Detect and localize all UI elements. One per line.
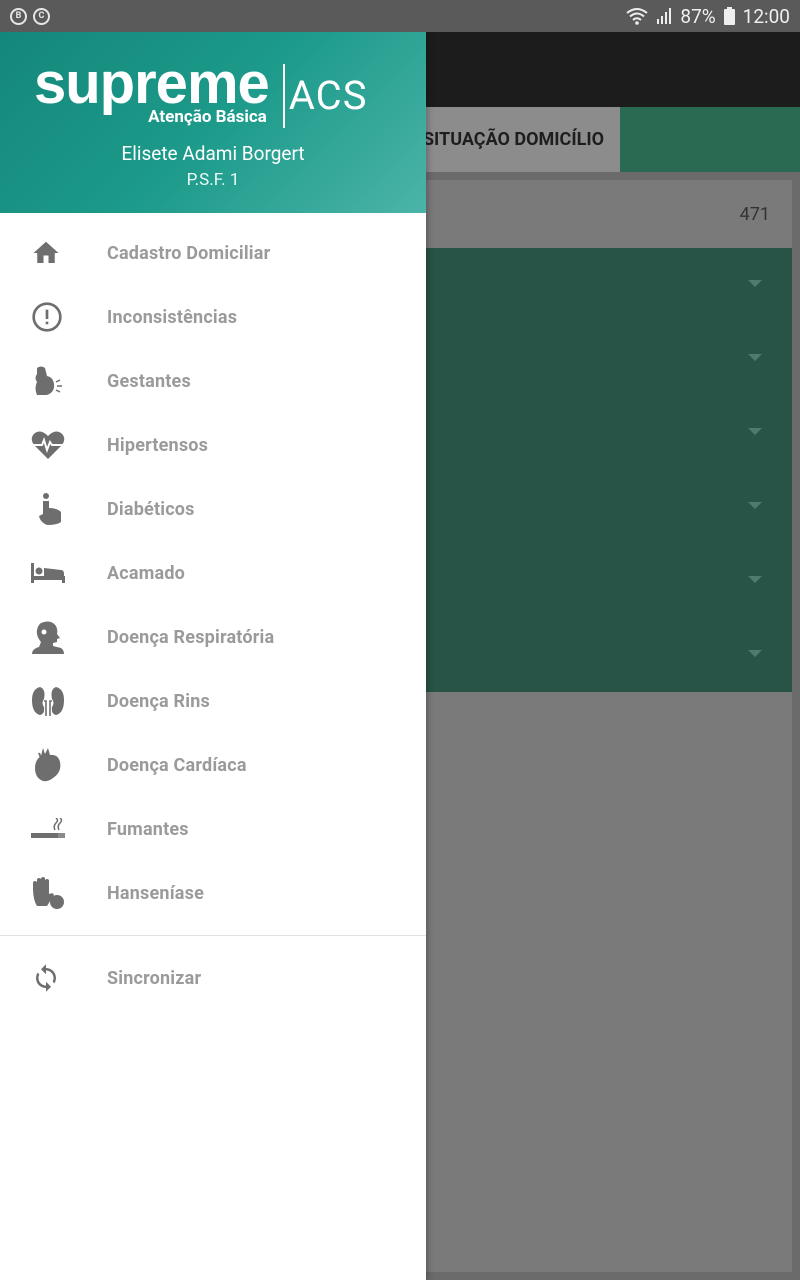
background-card: 471: [380, 180, 792, 1272]
battery-icon: [723, 7, 735, 25]
caret-down-icon: [748, 354, 762, 361]
menu-item-doenca-cardiaca[interactable]: Doença Cardíaca: [0, 733, 426, 797]
menu-item-label: Acamado: [107, 562, 186, 584]
battery-percent: 87%: [680, 4, 716, 28]
brand-name: supreme: [34, 51, 270, 116]
sync-icon: [0, 946, 107, 1010]
menu-divider: [0, 935, 426, 936]
background-row[interactable]: [380, 248, 792, 322]
menu-item-diabeticos[interactable]: Diabéticos: [0, 477, 426, 541]
background-list: [380, 248, 792, 692]
menu-item-fumantes[interactable]: Fumantes: [0, 797, 426, 861]
brand-separator: [282, 64, 285, 128]
status-right: 87% 12:00: [626, 5, 790, 28]
drawer-header: supreme Atenção Básica ACS Elisete Adami…: [0, 32, 426, 213]
menu-item-inconsistencias[interactable]: Inconsistências: [0, 285, 426, 349]
menu-item-label: Hanseníase: [107, 882, 205, 904]
menu-item-label: Diabéticos: [107, 498, 195, 520]
pregnant-icon: [0, 349, 107, 413]
heartbeat-icon: [0, 413, 107, 477]
head-profile-icon: [0, 605, 107, 669]
background-row[interactable]: [380, 396, 792, 470]
menu-item-label: Sincronizar: [107, 967, 202, 989]
menu-item-label: Gestantes: [107, 370, 191, 392]
menu-item-doenca-respiratoria[interactable]: Doença Respiratória: [0, 605, 426, 669]
caret-down-icon: [748, 650, 762, 657]
notification-c-icon: C: [33, 7, 50, 25]
status-bar: B C 87% 12:00: [0, 0, 800, 32]
caret-down-icon: [748, 502, 762, 509]
navigation-drawer: supreme Atenção Básica ACS Elisete Adami…: [0, 32, 426, 1280]
menu-item-label: Inconsistências: [107, 306, 238, 328]
menu-item-sincronizar[interactable]: Sincronizar: [0, 946, 426, 1010]
user-unit: P.S.F. 1: [186, 170, 240, 190]
caret-down-icon: [748, 428, 762, 435]
brand-product: ACS: [288, 72, 368, 119]
menu-item-cadastro-domiciliar[interactable]: Cadastro Domiciliar: [0, 221, 426, 285]
caret-down-icon: [748, 576, 762, 583]
status-left-icons: B C: [10, 7, 50, 25]
menu-item-doenca-rins[interactable]: Doença Rins: [0, 669, 426, 733]
menu-item-label: Doença Cardíaca: [107, 754, 247, 776]
menu-item-label: Doença Rins: [107, 690, 210, 712]
cigarette-icon: [0, 797, 107, 861]
wifi-icon: [626, 8, 649, 25]
heart-organ-icon: [0, 733, 107, 797]
bed-icon: [0, 541, 107, 605]
kidney-icon: [0, 669, 107, 733]
notification-b-icon: B: [10, 7, 27, 25]
menu-item-gestantes[interactable]: Gestantes: [0, 349, 426, 413]
menu-item-label: Fumantes: [107, 818, 189, 840]
finger-prick-icon: [0, 477, 107, 541]
menu-item-acamado[interactable]: Acamado: [0, 541, 426, 605]
user-name: Elisete Adami Borgert: [121, 142, 305, 165]
menu-item-label: Doença Respiratória: [107, 626, 275, 648]
background-row[interactable]: [380, 322, 792, 396]
brand-subtitle: Atenção Básica: [148, 107, 267, 127]
home-icon: [0, 221, 107, 285]
signal-icon: [657, 8, 672, 24]
background-count: 471: [739, 203, 770, 225]
background-row[interactable]: [380, 618, 792, 692]
menu-item-hanseniase[interactable]: Hanseníase: [0, 861, 426, 925]
alert-circle-icon: [0, 285, 107, 349]
menu-item-hipertensos[interactable]: Hipertensos: [0, 413, 426, 477]
drawer-menu: Cadastro Domiciliar Inconsistências Gest…: [0, 213, 426, 1010]
clock: 12:00: [742, 4, 790, 28]
caret-down-icon: [748, 280, 762, 287]
brand-logo: supreme Atenção Básica ACS: [34, 51, 368, 128]
background-row[interactable]: [380, 544, 792, 618]
menu-item-label: Hipertensos: [107, 434, 209, 456]
hand-ball-icon: [0, 861, 107, 925]
menu-item-label: Cadastro Domiciliar: [107, 242, 271, 264]
background-row[interactable]: [380, 470, 792, 544]
